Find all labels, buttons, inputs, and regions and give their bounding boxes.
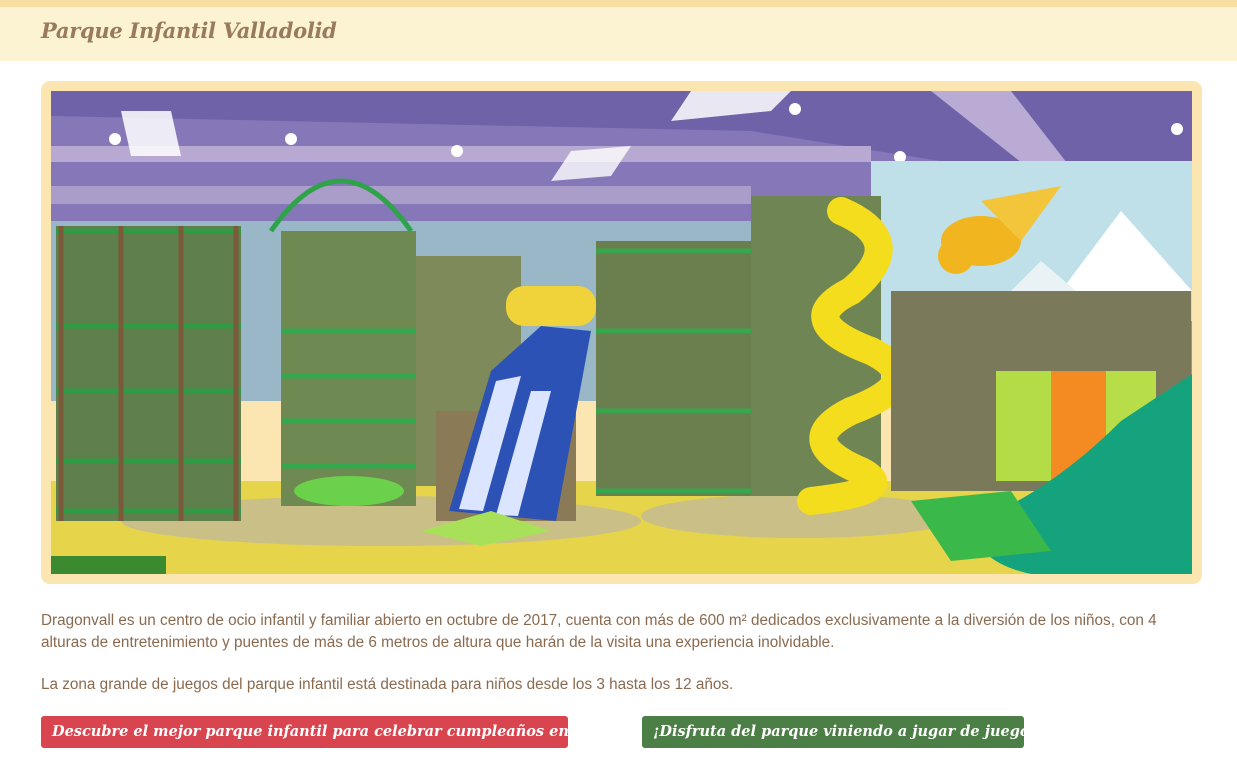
hero-image (51, 91, 1192, 574)
page-title: Parque Infantil Valladolid (41, 18, 337, 43)
free-play-button-label: ¡Disfruta del parque viniendo a jugar de… (653, 723, 1024, 740)
intro-paragraph: Dragonvall es un centro de ocio infantil… (41, 612, 1157, 651)
birthday-parties-button[interactable]: Descubre el mejor parque infantil para c… (41, 716, 568, 748)
age-range-paragraph: La zona grande de juegos del parque infa… (41, 676, 734, 693)
free-play-button[interactable]: ¡Disfruta del parque viniendo a jugar de… (642, 716, 1024, 748)
hero-image-frame (41, 81, 1202, 584)
birthday-button-label: Descubre el mejor parque infantil para c… (52, 723, 568, 740)
top-stripe (0, 0, 1237, 7)
